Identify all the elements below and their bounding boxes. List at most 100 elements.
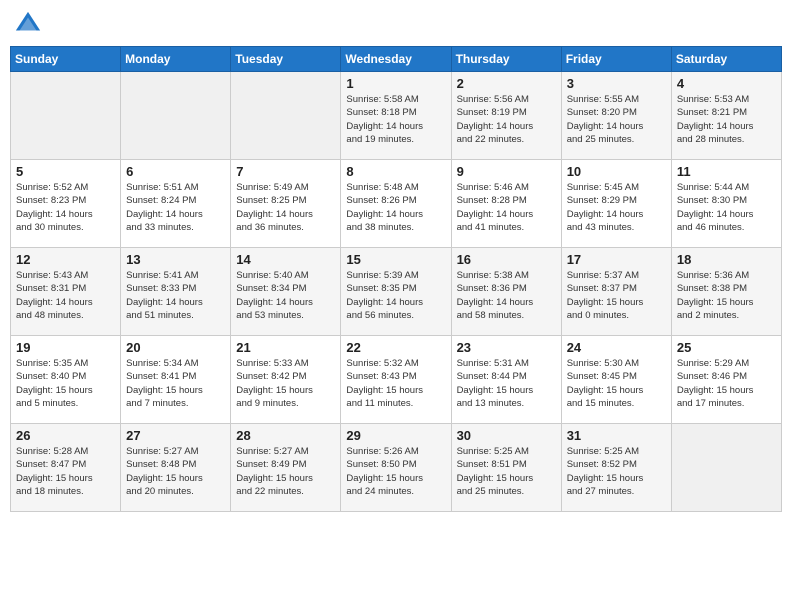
calendar-week-row: 12 Sunrise: 5:43 AM Sunset: 8:31 PM Dayli… — [11, 248, 782, 336]
day-info: Sunrise: 5:33 AM Sunset: 8:42 PM Dayligh… — [236, 357, 335, 410]
day-info: Sunrise: 5:35 AM Sunset: 8:40 PM Dayligh… — [16, 357, 115, 410]
calendar-cell: 6 Sunrise: 5:51 AM Sunset: 8:24 PM Daylig… — [121, 160, 231, 248]
calendar-week-row: 5 Sunrise: 5:52 AM Sunset: 8:23 PM Daylig… — [11, 160, 782, 248]
day-info: Sunrise: 5:38 AM Sunset: 8:36 PM Dayligh… — [457, 269, 556, 322]
day-number: 22 — [346, 340, 445, 355]
col-header-saturday: Saturday — [671, 47, 781, 72]
calendar-week-row: 19 Sunrise: 5:35 AM Sunset: 8:40 PM Dayli… — [11, 336, 782, 424]
day-info: Sunrise: 5:55 AM Sunset: 8:20 PM Dayligh… — [567, 93, 666, 146]
day-info: Sunrise: 5:49 AM Sunset: 8:25 PM Dayligh… — [236, 181, 335, 234]
calendar-cell: 15 Sunrise: 5:39 AM Sunset: 8:35 PM Dayli… — [341, 248, 451, 336]
col-header-sunday: Sunday — [11, 47, 121, 72]
calendar-cell: 4Sunrise: 5:53 AM Sunset: 8:21 PM Daylig… — [671, 72, 781, 160]
day-number: 13 — [126, 252, 225, 267]
day-number: 18 — [677, 252, 776, 267]
day-number: 25 — [677, 340, 776, 355]
calendar-cell: 10 Sunrise: 5:45 AM Sunset: 8:29 PM Dayli… — [561, 160, 671, 248]
day-info: Sunrise: 5:43 AM Sunset: 8:31 PM Dayligh… — [16, 269, 115, 322]
day-number: 31 — [567, 428, 666, 443]
day-info: Sunrise: 5:51 AM Sunset: 8:24 PM Dayligh… — [126, 181, 225, 234]
day-number: 19 — [16, 340, 115, 355]
day-info: Sunrise: 5:25 AM Sunset: 8:51 PM Dayligh… — [457, 445, 556, 498]
day-info: Sunrise: 5:30 AM Sunset: 8:45 PM Dayligh… — [567, 357, 666, 410]
col-header-tuesday: Tuesday — [231, 47, 341, 72]
day-number: 27 — [126, 428, 225, 443]
calendar-cell: 29Sunrise: 5:26 AM Sunset: 8:50 PM Dayli… — [341, 424, 451, 512]
day-number: 12 — [16, 252, 115, 267]
calendar-week-row: 1 Sunrise: 5:58 AM Sunset: 8:18 PM Daylig… — [11, 72, 782, 160]
day-number: 30 — [457, 428, 556, 443]
logo-icon — [14, 10, 42, 38]
calendar-cell: 25 Sunrise: 5:29 AM Sunset: 8:46 PM Dayli… — [671, 336, 781, 424]
day-info: Sunrise: 5:32 AM Sunset: 8:43 PM Dayligh… — [346, 357, 445, 410]
calendar-cell: 13 Sunrise: 5:41 AM Sunset: 8:33 PM Dayli… — [121, 248, 231, 336]
col-header-friday: Friday — [561, 47, 671, 72]
calendar-cell: 7Sunrise: 5:49 AM Sunset: 8:25 PM Daylig… — [231, 160, 341, 248]
day-number: 24 — [567, 340, 666, 355]
day-number: 2 — [457, 76, 556, 91]
day-number: 15 — [346, 252, 445, 267]
calendar-cell: 30 Sunrise: 5:25 AM Sunset: 8:51 PM Dayli… — [451, 424, 561, 512]
day-number: 6 — [126, 164, 225, 179]
calendar-header-row: SundayMondayTuesdayWednesdayThursdayFrid… — [11, 47, 782, 72]
calendar-cell: 9 Sunrise: 5:46 AM Sunset: 8:28 PM Daylig… — [451, 160, 561, 248]
calendar-cell: 23Sunrise: 5:31 AM Sunset: 8:44 PM Dayli… — [451, 336, 561, 424]
day-number: 3 — [567, 76, 666, 91]
calendar-cell: 1 Sunrise: 5:58 AM Sunset: 8:18 PM Daylig… — [341, 72, 451, 160]
calendar-cell: 14Sunrise: 5:40 AM Sunset: 8:34 PM Dayli… — [231, 248, 341, 336]
calendar-week-row: 26 Sunrise: 5:28 AM Sunset: 8:47 PM Dayli… — [11, 424, 782, 512]
day-number: 16 — [457, 252, 556, 267]
day-info: Sunrise: 5:27 AM Sunset: 8:49 PM Dayligh… — [236, 445, 335, 498]
day-info: Sunrise: 5:28 AM Sunset: 8:47 PM Dayligh… — [16, 445, 115, 498]
calendar-table: SundayMondayTuesdayWednesdayThursdayFrid… — [10, 46, 782, 512]
calendar-cell — [11, 72, 121, 160]
logo — [14, 10, 46, 38]
day-info: Sunrise: 5:41 AM Sunset: 8:33 PM Dayligh… — [126, 269, 225, 322]
day-info: Sunrise: 5:37 AM Sunset: 8:37 PM Dayligh… — [567, 269, 666, 322]
day-info: Sunrise: 5:39 AM Sunset: 8:35 PM Dayligh… — [346, 269, 445, 322]
day-number: 11 — [677, 164, 776, 179]
calendar-cell: 17Sunrise: 5:37 AM Sunset: 8:37 PM Dayli… — [561, 248, 671, 336]
day-info: Sunrise: 5:27 AM Sunset: 8:48 PM Dayligh… — [126, 445, 225, 498]
day-info: Sunrise: 5:26 AM Sunset: 8:50 PM Dayligh… — [346, 445, 445, 498]
calendar-cell: 11 Sunrise: 5:44 AM Sunset: 8:30 PM Dayli… — [671, 160, 781, 248]
page-header — [10, 10, 782, 38]
calendar-cell: 18 Sunrise: 5:36 AM Sunset: 8:38 PM Dayli… — [671, 248, 781, 336]
calendar-cell: 2 Sunrise: 5:56 AM Sunset: 8:19 PM Daylig… — [451, 72, 561, 160]
calendar-cell: 16 Sunrise: 5:38 AM Sunset: 8:36 PM Dayli… — [451, 248, 561, 336]
calendar-cell: 12 Sunrise: 5:43 AM Sunset: 8:31 PM Dayli… — [11, 248, 121, 336]
day-number: 23 — [457, 340, 556, 355]
day-number: 9 — [457, 164, 556, 179]
col-header-wednesday: Wednesday — [341, 47, 451, 72]
day-info: Sunrise: 5:56 AM Sunset: 8:19 PM Dayligh… — [457, 93, 556, 146]
calendar-cell: 19 Sunrise: 5:35 AM Sunset: 8:40 PM Dayli… — [11, 336, 121, 424]
day-number: 26 — [16, 428, 115, 443]
day-number: 10 — [567, 164, 666, 179]
calendar-cell: 22 Sunrise: 5:32 AM Sunset: 8:43 PM Dayli… — [341, 336, 451, 424]
day-info: Sunrise: 5:46 AM Sunset: 8:28 PM Dayligh… — [457, 181, 556, 234]
day-info: Sunrise: 5:45 AM Sunset: 8:29 PM Dayligh… — [567, 181, 666, 234]
calendar-cell: 5 Sunrise: 5:52 AM Sunset: 8:23 PM Daylig… — [11, 160, 121, 248]
calendar-cell: 31 Sunrise: 5:25 AM Sunset: 8:52 PM Dayli… — [561, 424, 671, 512]
day-info: Sunrise: 5:25 AM Sunset: 8:52 PM Dayligh… — [567, 445, 666, 498]
calendar-cell: 20 Sunrise: 5:34 AM Sunset: 8:41 PM Dayli… — [121, 336, 231, 424]
day-number: 14 — [236, 252, 335, 267]
day-number: 5 — [16, 164, 115, 179]
day-info: Sunrise: 5:52 AM Sunset: 8:23 PM Dayligh… — [16, 181, 115, 234]
day-info: Sunrise: 5:44 AM Sunset: 8:30 PM Dayligh… — [677, 181, 776, 234]
calendar-cell — [121, 72, 231, 160]
day-info: Sunrise: 5:34 AM Sunset: 8:41 PM Dayligh… — [126, 357, 225, 410]
day-number: 4 — [677, 76, 776, 91]
day-number: 1 — [346, 76, 445, 91]
calendar-cell — [231, 72, 341, 160]
calendar-cell: 28Sunrise: 5:27 AM Sunset: 8:49 PM Dayli… — [231, 424, 341, 512]
day-info: Sunrise: 5:48 AM Sunset: 8:26 PM Dayligh… — [346, 181, 445, 234]
calendar-cell: 8Sunrise: 5:48 AM Sunset: 8:26 PM Daylig… — [341, 160, 451, 248]
calendar-cell: 24 Sunrise: 5:30 AM Sunset: 8:45 PM Dayli… — [561, 336, 671, 424]
day-number: 21 — [236, 340, 335, 355]
col-header-monday: Monday — [121, 47, 231, 72]
day-info: Sunrise: 5:29 AM Sunset: 8:46 PM Dayligh… — [677, 357, 776, 410]
day-number: 20 — [126, 340, 225, 355]
day-info: Sunrise: 5:58 AM Sunset: 8:18 PM Dayligh… — [346, 93, 445, 146]
day-info: Sunrise: 5:36 AM Sunset: 8:38 PM Dayligh… — [677, 269, 776, 322]
